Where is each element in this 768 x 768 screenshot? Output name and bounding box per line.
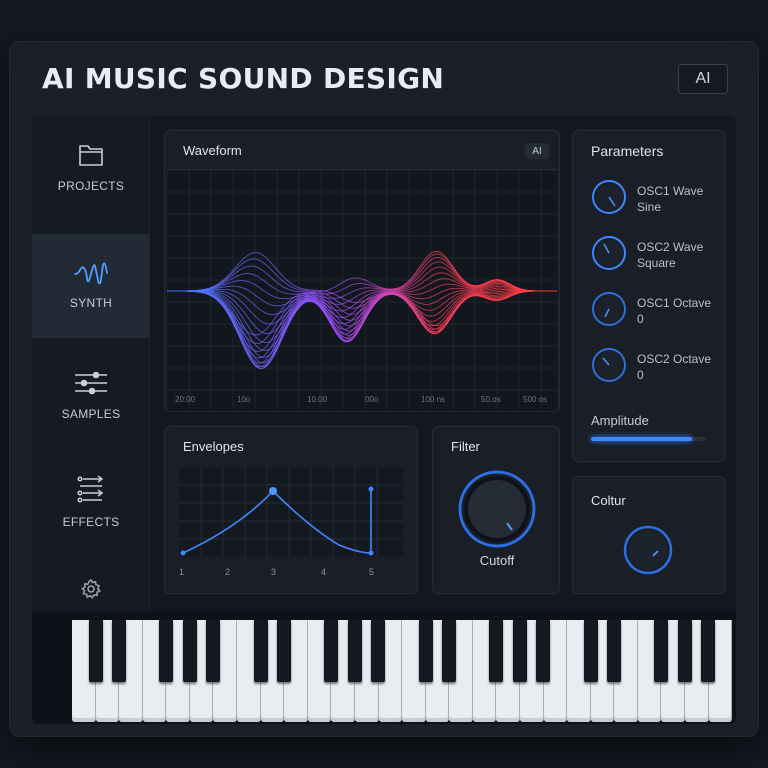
sidebar-item-label: SAMPLES <box>61 407 121 421</box>
envelope-axis-label: 1 <box>179 567 185 577</box>
waveform-display[interactable] <box>166 169 557 413</box>
param-osc1-octave[interactable]: OSC1 Octave 0 <box>591 291 711 327</box>
envelope-axis-label: 2 <box>225 567 231 577</box>
waveform-graph <box>166 169 557 413</box>
filter-title: Filter <box>451 439 480 454</box>
waveform-panel: Waveform AI 20:00 10o 10.00 00o 100 ns 5… <box>164 130 560 413</box>
waveform-title: Waveform <box>183 143 242 158</box>
envelope-graph[interactable] <box>179 467 403 561</box>
black-key[interactable] <box>182 620 197 682</box>
osc2-octave-knob[interactable] <box>591 347 627 383</box>
black-key[interactable] <box>112 620 127 682</box>
osc2-wave-knob[interactable] <box>591 235 627 271</box>
black-key[interactable] <box>489 620 504 682</box>
sidebar: PROJECTS SYNTH SAMPLES EFFECTS <box>32 116 150 610</box>
black-key[interactable] <box>88 620 103 682</box>
envelope-point[interactable] <box>180 550 186 556</box>
sidebar-item-label: EFFECTS <box>62 515 120 529</box>
cutoff-label: Cutoff <box>479 553 515 568</box>
param-name: OSC1 Wave <box>637 184 704 198</box>
black-key[interactable] <box>607 620 622 682</box>
gear-icon[interactable] <box>80 578 102 600</box>
black-key[interactable] <box>277 620 292 682</box>
main-workspace: PROJECTS SYNTH SAMPLES EFFECTS Waveform … <box>32 116 736 724</box>
black-key[interactable] <box>371 620 386 682</box>
waveform-tick: 10o <box>237 395 251 404</box>
param-osc1-wave[interactable]: OSC1 Wave Sine <box>591 179 703 215</box>
black-key[interactable] <box>442 620 457 682</box>
black-key[interactable] <box>418 620 433 682</box>
envelope-axis-label: 5 <box>369 567 375 577</box>
envelope-point[interactable] <box>269 487 277 495</box>
param-value: Square <box>637 256 676 270</box>
black-key[interactable] <box>677 620 692 682</box>
sidebar-item-effects[interactable]: EFFECTS <box>32 450 150 554</box>
envelope-axis-label: 3 <box>271 567 277 577</box>
black-key[interactable] <box>654 620 669 682</box>
app-window: AI MUSIC SOUND DESIGN AI PROJECTS SYNTH <box>10 42 758 736</box>
coltur-knob[interactable] <box>623 525 673 575</box>
sliders-icon <box>75 371 107 395</box>
parameters-panel: Parameters OSC1 Wave Sine OSC2 Wave Squa… <box>572 130 726 462</box>
param-name: OSC2 Wave <box>637 240 704 254</box>
amplitude-slider[interactable] <box>591 437 706 441</box>
amplitude-fill <box>591 437 693 441</box>
sidebar-item-label: PROJECTS <box>57 179 125 193</box>
black-key[interactable] <box>206 620 221 682</box>
envelope-point[interactable] <box>368 550 374 556</box>
envelopes-title: Envelopes <box>183 439 244 454</box>
folder-icon <box>79 145 103 166</box>
filter-panel: Filter Cutoff <box>432 426 560 594</box>
param-osc2-wave[interactable]: OSC2 Wave Square <box>591 235 703 271</box>
black-key[interactable] <box>324 620 339 682</box>
waveform-line <box>167 258 557 330</box>
osc1-octave-knob[interactable] <box>591 291 627 327</box>
black-key[interactable] <box>536 620 551 682</box>
param-name: OSC1 Octave <box>637 296 712 310</box>
sidebar-item-label: SYNTH <box>69 296 113 310</box>
sidebar-item-samples[interactable]: SAMPLES <box>32 344 150 448</box>
param-osc2-octave[interactable]: OSC2 Octave 0 <box>591 347 711 383</box>
piano-keyboard[interactable] <box>32 612 736 724</box>
param-value: Sine <box>637 200 662 214</box>
black-key[interactable] <box>347 620 362 682</box>
parameters-title: Parameters <box>591 143 664 159</box>
coltur-panel: Coltur <box>572 476 726 594</box>
black-key[interactable] <box>253 620 268 682</box>
envelope-axis-label: 4 <box>321 567 327 577</box>
waveform-tick: 100 ns <box>421 395 446 404</box>
waveform-ai-badge[interactable]: AI <box>525 143 549 159</box>
waveform-tick: 50.os <box>481 395 501 404</box>
black-key[interactable] <box>159 620 174 682</box>
envelope-point[interactable] <box>368 486 374 492</box>
black-key[interactable] <box>512 620 527 682</box>
black-key[interactable] <box>701 620 716 682</box>
app-title: AI MUSIC SOUND DESIGN <box>42 62 445 95</box>
coltur-title: Coltur <box>591 493 626 508</box>
param-value: 0 <box>637 312 644 326</box>
envelopes-panel: Envelopes 1 2 3 4 5 <box>164 426 418 594</box>
param-name: OSC2 Octave <box>637 352 712 366</box>
sidebar-item-synth[interactable]: SYNTH <box>32 234 150 338</box>
ai-badge-button[interactable]: AI <box>678 64 728 94</box>
param-value: 0 <box>637 368 644 382</box>
sidebar-item-projects[interactable]: PROJECTS <box>32 116 150 220</box>
waveform-tick: 20:00 <box>175 395 196 404</box>
waveform-tick: 00o <box>365 395 379 404</box>
waveform-icon <box>74 262 108 284</box>
cutoff-knob[interactable] <box>457 469 537 549</box>
black-key[interactable] <box>583 620 598 682</box>
waveform-tick: 10.00 <box>307 395 328 404</box>
osc1-wave-knob[interactable] <box>591 179 627 215</box>
effects-icon <box>77 475 104 503</box>
amplitude-label: Amplitude <box>591 413 649 428</box>
waveform-tick: 500 os <box>523 395 548 404</box>
